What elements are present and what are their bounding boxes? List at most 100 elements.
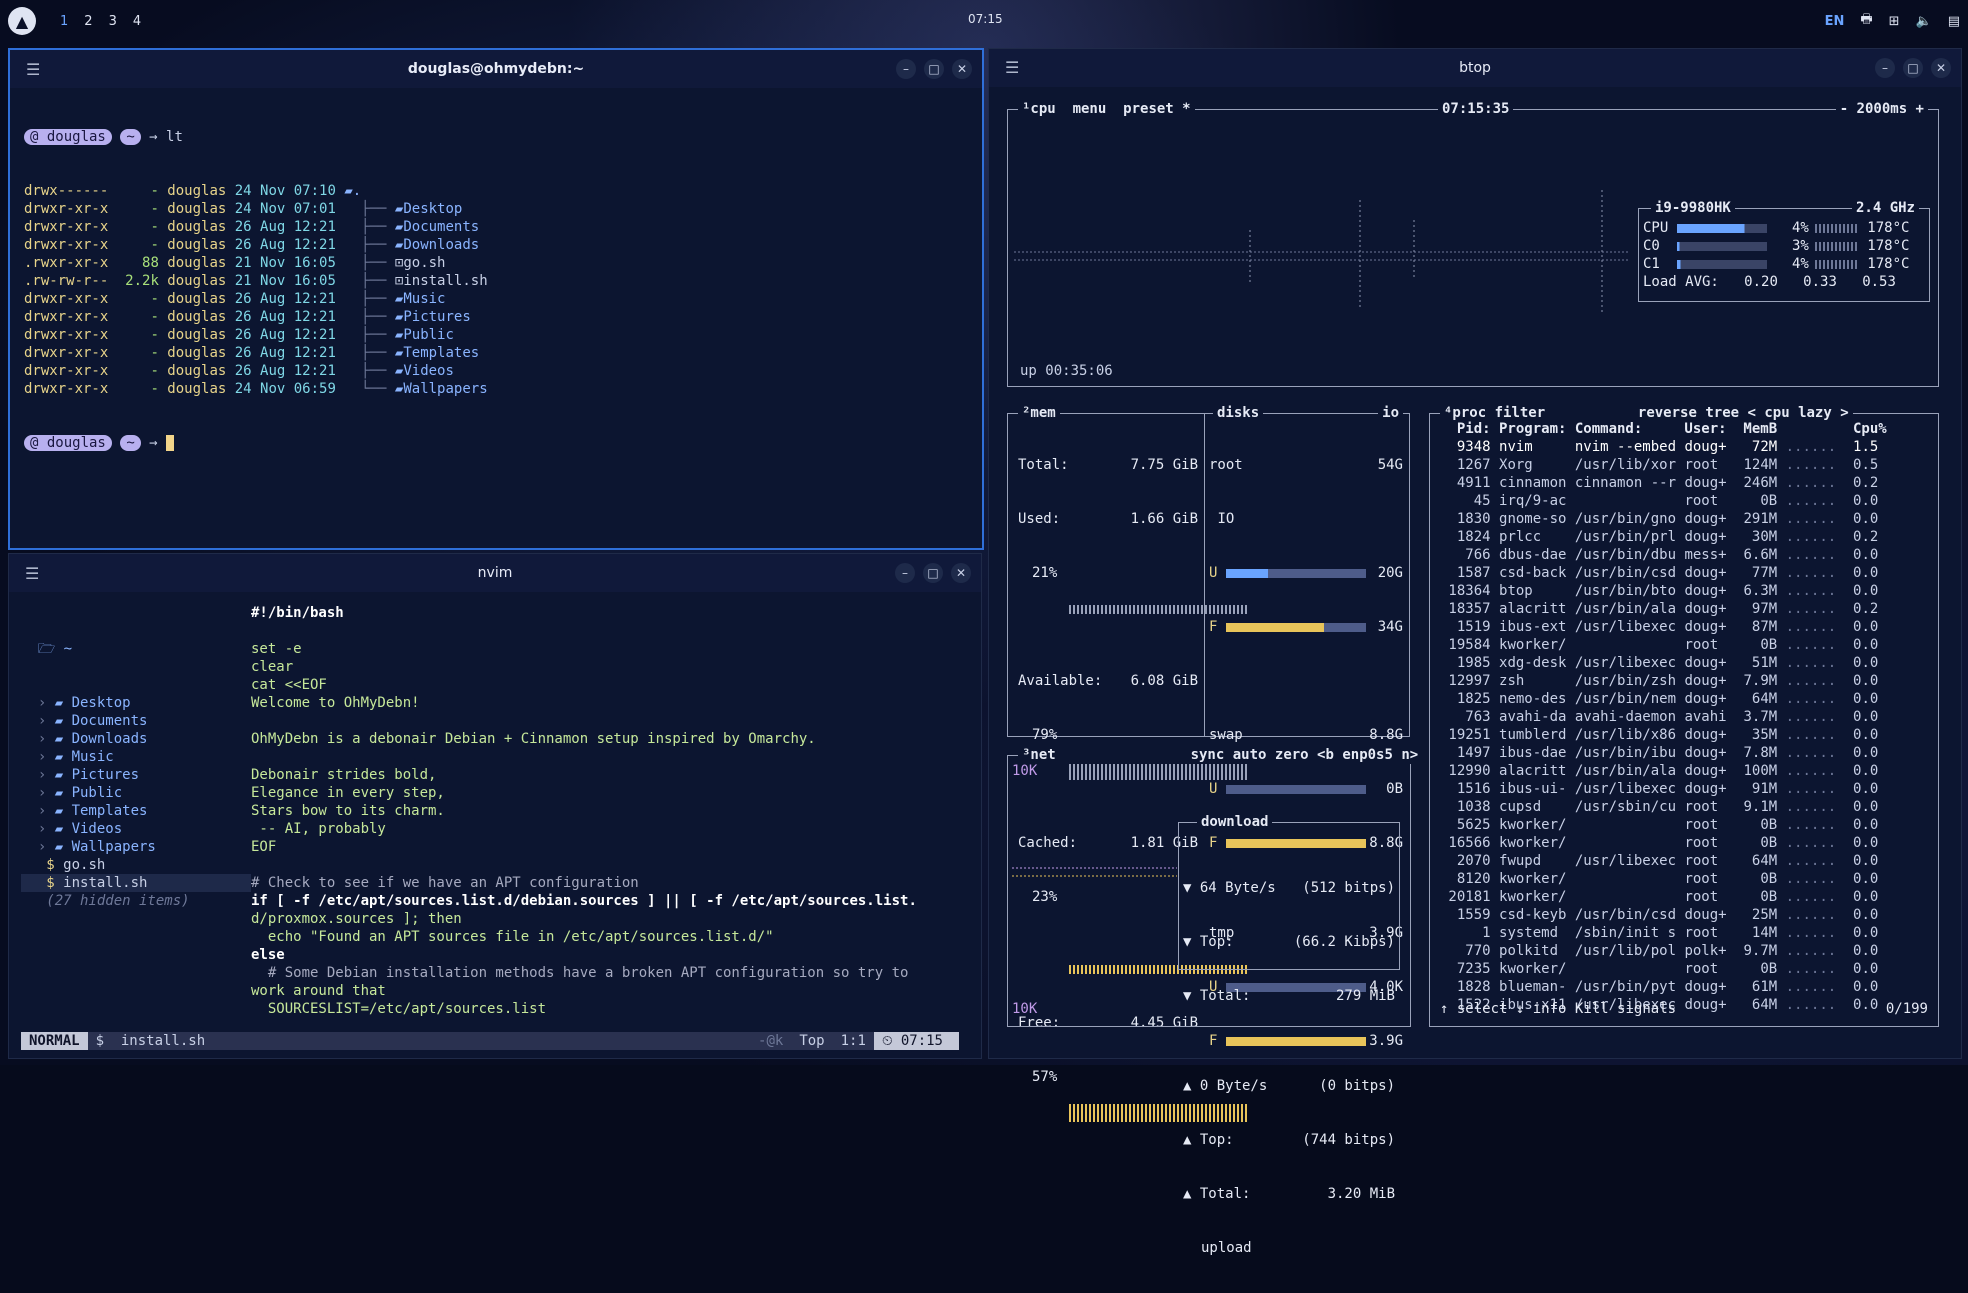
- file-name[interactable]: Pictures: [403, 309, 470, 325]
- process-row[interactable]: 1830 gnome-so /usr/bin/gno doug+ 291M ..…: [1440, 510, 1879, 528]
- tree-root[interactable]: 🗁 ~: [21, 640, 251, 658]
- process-row[interactable]: 1516 ibus-ui- /usr/libexec doug+ 91M ...…: [1440, 780, 1879, 798]
- tab-preset[interactable]: preset *: [1123, 101, 1190, 117]
- tab-sort[interactable]: < cpu lazy >: [1748, 405, 1849, 421]
- process-row[interactable]: 12990 alacritt /usr/bin/ala doug+ 100M .…: [1440, 762, 1878, 780]
- process-row[interactable]: 1587 csd-back /usr/bin/csd doug+ 77M ...…: [1440, 564, 1879, 582]
- process-row[interactable]: 1825 nemo-des /usr/bin/nem doug+ 64M ...…: [1440, 690, 1879, 708]
- tab-zero[interactable]: zero: [1275, 747, 1309, 763]
- file-name[interactable]: go.sh: [403, 255, 445, 271]
- tree-folder[interactable]: › ▰ Templates: [21, 802, 251, 820]
- tab-net[interactable]: ³net: [1022, 747, 1056, 763]
- close-icon[interactable]: ✕: [951, 563, 971, 583]
- tree-folder[interactable]: › ▰ Videos: [21, 820, 251, 838]
- process-row[interactable]: 770 polkitd /usr/lib/pol polk+ 9.7M ....…: [1440, 942, 1878, 960]
- window-menu-icon[interactable]: ☰: [25, 564, 39, 583]
- volume-icon[interactable]: 🔈: [1916, 14, 1932, 29]
- file-name[interactable]: install.sh: [403, 273, 487, 289]
- workspace-2[interactable]: 2: [84, 14, 92, 29]
- process-row[interactable]: 7235 kworker/ root 0B ...... 0.0: [1440, 960, 1879, 978]
- close-icon[interactable]: ✕: [952, 59, 972, 79]
- update-interval[interactable]: - 2000ms +: [1835, 100, 1928, 118]
- process-row[interactable]: 12997 zsh /usr/bin/zsh doug+ 7.9M ......…: [1440, 672, 1878, 690]
- tab-sync[interactable]: sync: [1191, 747, 1225, 763]
- close-icon[interactable]: ✕: [1931, 58, 1951, 78]
- tree-folder[interactable]: › ▰ Public: [21, 784, 251, 802]
- tab-proc[interactable]: ⁴proc: [1444, 405, 1486, 421]
- maximize-icon[interactable]: □: [923, 563, 943, 583]
- file-name[interactable]: Downloads: [403, 237, 479, 253]
- file-name[interactable]: Public: [403, 327, 454, 343]
- clipboard-icon[interactable]: ▤: [1948, 14, 1960, 29]
- file-name[interactable]: Videos: [403, 363, 454, 379]
- file-name[interactable]: Documents: [403, 219, 479, 235]
- tab-tree[interactable]: tree: [1705, 405, 1739, 421]
- workspace-3[interactable]: 3: [109, 14, 117, 29]
- process-row[interactable]: 1828 blueman- /usr/bin/pyt doug+ 61M ...…: [1440, 978, 1879, 996]
- tree-folder[interactable]: › ▰ Documents: [21, 712, 251, 730]
- process-row[interactable]: 45 irq/9-ac root 0B ...... 0.0: [1440, 492, 1879, 510]
- file-name[interactable]: .: [353, 183, 361, 199]
- printer-icon[interactable]: 🖶: [1860, 10, 1872, 32]
- maximize-icon[interactable]: □: [1903, 58, 1923, 78]
- terminal-output[interactable]: @ douglas ~ → lt drwx------ - douglas 24…: [10, 88, 982, 492]
- footer-select[interactable]: ↑ select ↓: [1440, 1001, 1524, 1017]
- process-row[interactable]: 766 dbus-dae /usr/bin/dbu mess+ 6.6M ...…: [1440, 546, 1878, 564]
- process-row[interactable]: 1497 ibus-dae /usr/bin/ibu doug+ 7.8M ..…: [1440, 744, 1879, 762]
- workspace-1[interactable]: 1: [60, 14, 68, 29]
- panel-clock[interactable]: 07:15: [968, 12, 1003, 26]
- tree-folder[interactable]: › ▰ Desktop: [21, 694, 251, 712]
- tree-file[interactable]: $ go.sh: [21, 856, 251, 874]
- process-row[interactable]: 1985 xdg-desk /usr/libexec doug+ 51M ...…: [1440, 654, 1879, 672]
- footer-kill[interactable]: Kill: [1575, 1001, 1609, 1017]
- process-row[interactable]: 4911 cinnamon cinnamon --r doug+ 246M ..…: [1440, 474, 1879, 492]
- minimize-icon[interactable]: –: [1875, 58, 1895, 78]
- process-row[interactable]: 1 systemd /sbin/init s root 14M ...... 0…: [1440, 924, 1878, 942]
- process-row[interactable]: 1519 ibus-ext /usr/libexec doug+ 87M ...…: [1440, 618, 1879, 636]
- process-row[interactable]: 1824 prlcc /usr/bin/prl doug+ 30M ......…: [1440, 528, 1879, 546]
- tree-folder[interactable]: › ▰ Downloads: [21, 730, 251, 748]
- tree-folder[interactable]: › ▰ Music: [21, 748, 251, 766]
- window-menu-icon[interactable]: ☰: [1005, 59, 1019, 77]
- nvim-titlebar[interactable]: ☰ nvim – □ ✕: [9, 554, 981, 592]
- maximize-icon[interactable]: □: [924, 59, 944, 79]
- tree-file[interactable]: $ install.sh: [21, 874, 251, 892]
- tab-reverse[interactable]: reverse: [1638, 405, 1697, 421]
- process-row[interactable]: 763 avahi-da avahi-daemon avahi 3.7M ...…: [1440, 708, 1878, 726]
- process-row[interactable]: 5625 kworker/ root 0B ...... 0.0: [1440, 816, 1879, 834]
- tab-cpu[interactable]: ¹cpu: [1022, 101, 1056, 117]
- footer-info[interactable]: info: [1533, 1001, 1567, 1017]
- process-row[interactable]: 18364 btop /usr/bin/bto doug+ 6.3M .....…: [1440, 582, 1878, 600]
- workspace-4[interactable]: 4: [133, 14, 141, 29]
- file-name[interactable]: Templates: [403, 345, 479, 361]
- process-row[interactable]: 8120 kworker/ root 0B ...... 0.0: [1440, 870, 1879, 888]
- btop-titlebar[interactable]: ☰ btop – □ ✕: [989, 49, 1961, 87]
- menu-logo-icon[interactable]: ▲: [8, 7, 36, 35]
- process-row[interactable]: 1267 Xorg /usr/lib/xor root 124M ...... …: [1440, 456, 1879, 474]
- process-row[interactable]: 18357 alacritt /usr/bin/ala doug+ 97M ..…: [1440, 600, 1878, 618]
- process-row[interactable]: 16566 kworker/ root 0B ...... 0.0: [1440, 834, 1878, 852]
- file-name[interactable]: Wallpapers: [403, 381, 487, 397]
- window-menu-icon[interactable]: ☰: [26, 60, 40, 79]
- net-interface[interactable]: <b enp0s5 n>: [1317, 747, 1418, 763]
- tree-folder[interactable]: › ▰ Pictures: [21, 766, 251, 784]
- keyboard-layout[interactable]: EN: [1825, 14, 1845, 29]
- process-row[interactable]: 1559 csd-keyb /usr/bin/csd doug+ 25M ...…: [1440, 906, 1879, 924]
- process-row[interactable]: 9348 nvim nvim --embed doug+ 72M ...... …: [1440, 438, 1879, 456]
- tree-folder[interactable]: › ▰ Wallpapers: [21, 838, 251, 856]
- process-row[interactable]: 19251 tumblerd /usr/lib/x86 doug+ 35M ..…: [1440, 726, 1878, 744]
- editor-buffer[interactable]: #!/bin/bash set -e clear cat <<EOF Welcome …: [251, 604, 981, 1018]
- tab-filter[interactable]: filter: [1495, 405, 1546, 421]
- terminal-titlebar[interactable]: ☰ douglas@ohmydebn:~ – □ ✕: [10, 50, 982, 88]
- minimize-icon[interactable]: –: [896, 59, 916, 79]
- tab-auto[interactable]: auto: [1233, 747, 1267, 763]
- tab-menu[interactable]: menu: [1073, 101, 1107, 117]
- network-icon[interactable]: ⊞: [1889, 14, 1900, 29]
- footer-signals[interactable]: signals: [1617, 1001, 1676, 1017]
- process-row[interactable]: 20181 kworker/ root 0B ...... 0.0: [1440, 888, 1878, 906]
- process-row[interactable]: 1038 cupsd /usr/sbin/cu root 9.1M ......…: [1440, 798, 1879, 816]
- file-name[interactable]: Desktop: [403, 201, 462, 217]
- minimize-icon[interactable]: –: [895, 563, 915, 583]
- file-name[interactable]: Music: [403, 291, 445, 307]
- process-row[interactable]: 2070 fwupd /usr/libexec root 64M ...... …: [1440, 852, 1879, 870]
